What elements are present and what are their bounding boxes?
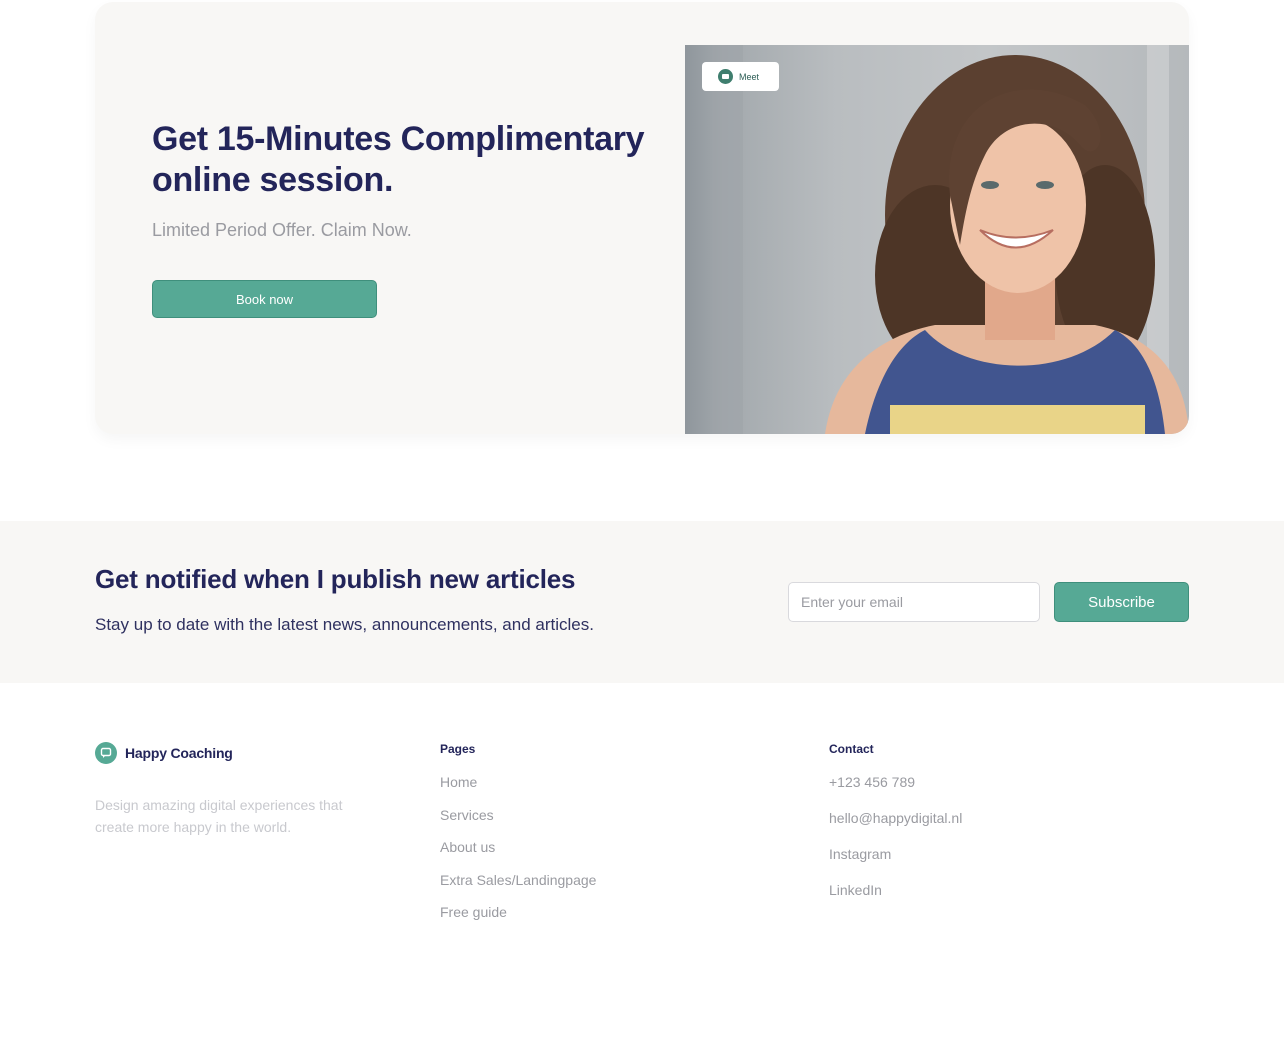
email-input[interactable] — [788, 582, 1040, 622]
footer-link-extra-sales[interactable]: Extra Sales/Landingpage — [440, 872, 596, 905]
newsletter-section: Get notified when I publish new articles… — [0, 521, 1284, 683]
meet-icon — [718, 69, 733, 84]
promo-card: Get 15-Minutes Complimentary online sess… — [95, 2, 1189, 434]
contact-phone[interactable]: +123 456 789 — [829, 774, 962, 810]
meet-badge: Meet — [702, 62, 779, 91]
contact-linkedin[interactable]: LinkedIn — [829, 882, 962, 918]
promo-title-line2: online session. — [152, 161, 394, 199]
subscribe-button[interactable]: Subscribe — [1054, 582, 1189, 622]
chat-bubble-icon — [95, 742, 117, 764]
meet-label: Meet — [739, 71, 760, 82]
footer-link-free-guide[interactable]: Free guide — [440, 904, 596, 937]
promo-title: Get 15-Minutes Complimentary online sess… — [152, 119, 672, 201]
pages-links: Home Services About us Extra Sales/Landi… — [440, 774, 596, 937]
footer-link-services[interactable]: Services — [440, 807, 596, 840]
pages-heading: Pages — [440, 742, 476, 756]
newsletter-title: Get notified when I publish new articles — [95, 564, 576, 594]
brand-name: Happy Coaching — [125, 745, 233, 761]
coach-photo: Meet — [685, 45, 1189, 434]
contact-heading: Contact — [829, 742, 874, 756]
book-now-button[interactable]: Book now — [152, 280, 377, 318]
footer-link-home[interactable]: Home — [440, 774, 596, 807]
promo-title-line1: Get 15-Minutes Complimentary — [152, 120, 645, 158]
contact-links: +123 456 789 hello@happydigital.nl Insta… — [829, 774, 962, 918]
brand-description: Design amazing digital experiences that … — [95, 797, 343, 835]
promo-subtitle: Limited Period Offer. Claim Now. — [152, 220, 412, 240]
coach-portrait-illustration — [713, 45, 1189, 434]
brand-logo[interactable]: Happy Coaching — [95, 742, 233, 764]
contact-instagram[interactable]: Instagram — [829, 846, 962, 882]
newsletter-subtitle: Stay up to date with the latest news, an… — [95, 615, 594, 634]
contact-email[interactable]: hello@happydigital.nl — [829, 810, 962, 846]
footer-link-about-us[interactable]: About us — [440, 839, 596, 872]
